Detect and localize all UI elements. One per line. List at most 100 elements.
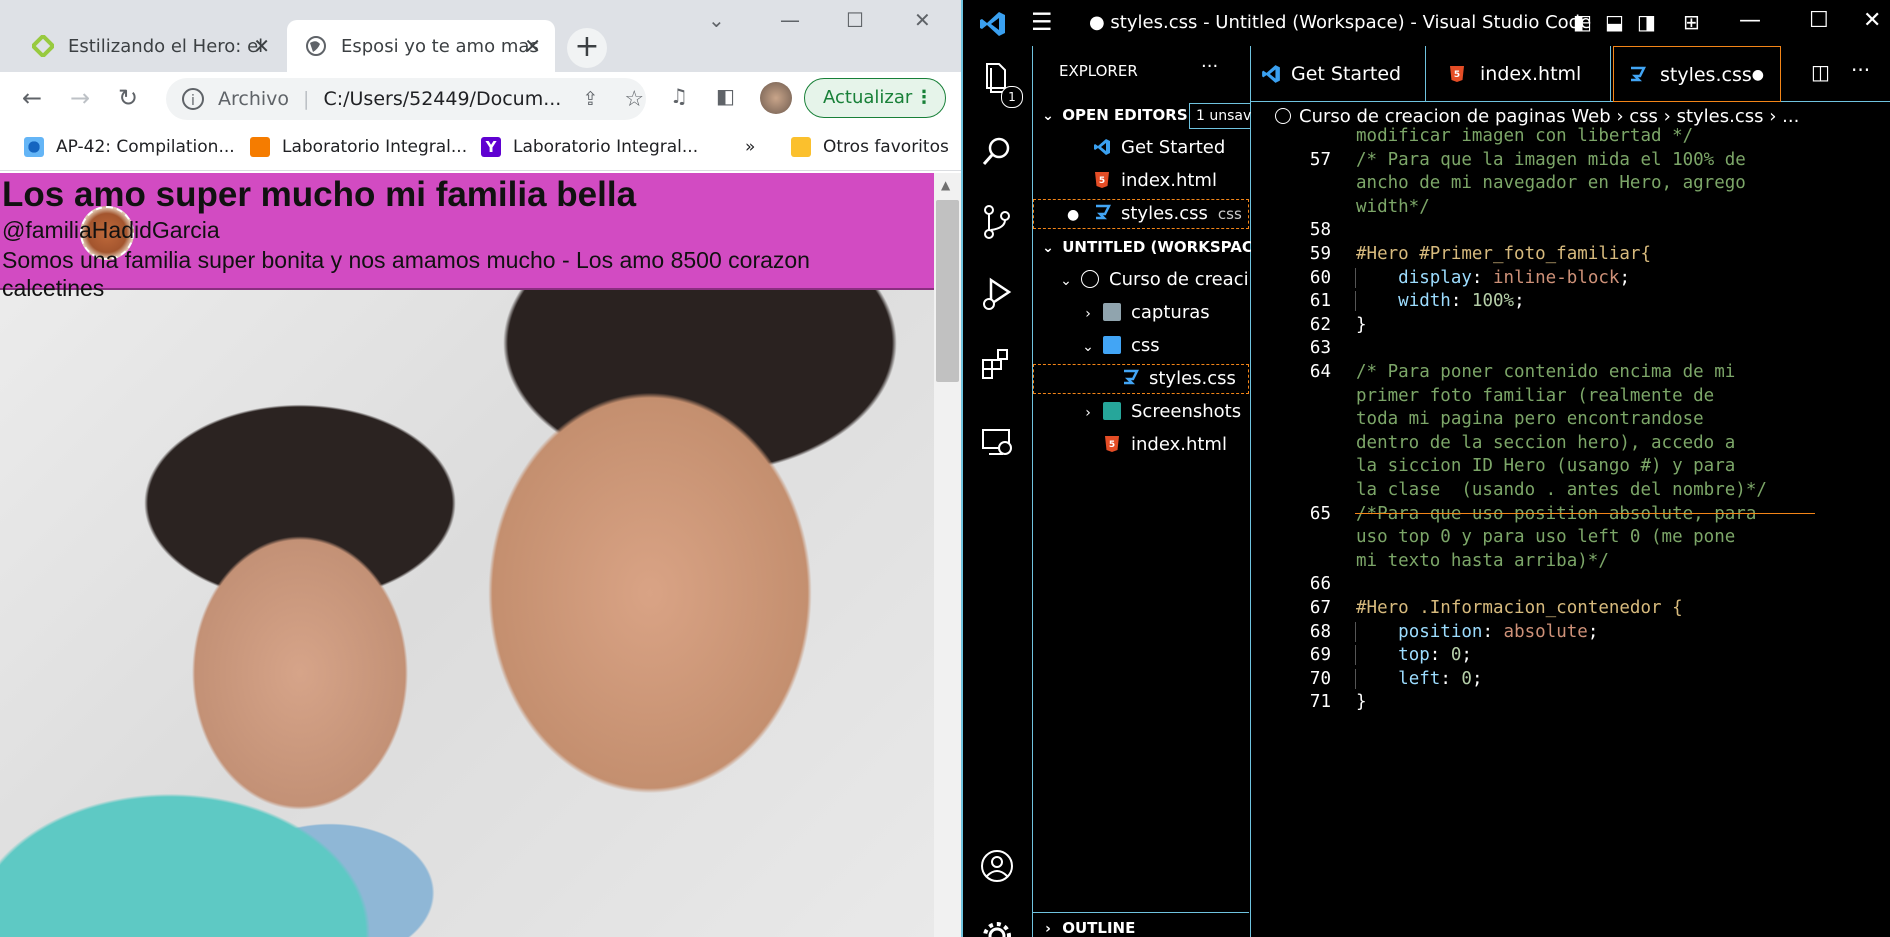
bookmark-label: AP-42: Compilation... (56, 137, 235, 157)
toggle-panel-icon[interactable]: ⬓ (1605, 10, 1624, 34)
maximize-icon[interactable]: ☐ (1809, 8, 1829, 33)
code-line[interactable]: width: 100%; (1355, 291, 1525, 312)
code-line[interactable]: la clase (usando . antes del nombre)*/ (1356, 480, 1767, 500)
close-window-icon[interactable]: ✕ (1863, 8, 1881, 33)
code-line[interactable]: display: inline-block; (1355, 267, 1630, 288)
code-line[interactable]: width*/ (1356, 197, 1430, 217)
close-tab-icon[interactable]: ✕ (524, 34, 541, 58)
tree-item-folder[interactable]: › Screenshots (1033, 397, 1249, 427)
scrollbar-thumb[interactable] (936, 200, 959, 382)
code-line[interactable]: dentro de la seccion hero), accedo a (1356, 433, 1735, 453)
tree-item-file-selected[interactable]: styles.css (1033, 364, 1249, 394)
tab-title: Esposi yo te amo mas (341, 35, 539, 57)
minimize-icon[interactable]: — (780, 8, 800, 32)
code-line[interactable]: /* Para poner contenido encima de mi (1356, 362, 1735, 382)
new-tab-button[interactable]: + (567, 28, 607, 68)
line-number: 57 (1309, 149, 1331, 170)
profile-avatar[interactable] (760, 82, 792, 114)
code-line[interactable]: toda mi pagina pero encontrandose (1356, 409, 1704, 429)
tree-item-folder[interactable]: ⌄ Curso de creacion... (1033, 265, 1249, 295)
search-icon[interactable] (979, 134, 1015, 170)
dirty-dot-icon[interactable]: ● (1067, 200, 1093, 229)
update-label: Actualizar (823, 87, 913, 108)
menu-kebab-icon[interactable]: ⋮ (915, 79, 933, 116)
toggle-sidebar-icon[interactable]: ◧ (1573, 10, 1592, 34)
code-line[interactable]: primer foto familiar (realmente de (1356, 386, 1714, 406)
url-text[interactable]: C:/Users/52449/Docum... (323, 88, 568, 110)
settings-gear-icon[interactable] (979, 918, 1015, 937)
bookmark-item[interactable]: AP-42: Compilation... (24, 137, 235, 157)
css-value: absolute (1503, 621, 1588, 642)
editor-tab-styles-css[interactable]: styles.css ● (1613, 46, 1781, 102)
dirty-dot-icon[interactable]: ● (1752, 47, 1764, 103)
reload-icon[interactable]: ↻ (118, 84, 138, 112)
code-line[interactable]: ancho de mi navegador en Hero, agrego (1356, 173, 1746, 193)
source-control-icon[interactable] (979, 204, 1015, 240)
css-value: inline-block (1493, 267, 1620, 288)
split-editor-icon[interactable]: ◫ (1811, 60, 1830, 84)
address-bar[interactable]: i Archivo | C:/Users/52449/Docum... ⇪ ☆ (166, 78, 646, 120)
code-line[interactable]: #Hero #Primer_foto_familiar{ (1356, 244, 1651, 264)
tree-item-file[interactable]: 5 index.html (1033, 430, 1249, 460)
bookmarks-overflow-icon[interactable]: » (745, 137, 755, 157)
editor-tab-index-html[interactable]: 5 index.html (1426, 46, 1611, 102)
close-window-icon[interactable]: ✕ (914, 8, 931, 32)
bookmark-item[interactable]: Laboratorio Integral... (250, 137, 467, 157)
customize-layout-icon[interactable]: ⊞ (1683, 10, 1700, 34)
open-editor-item[interactable]: 5 index.html (1033, 166, 1249, 196)
tree-item-folder[interactable]: › capturas (1033, 298, 1249, 328)
media-icon[interactable]: ♫ (670, 84, 688, 108)
back-icon[interactable]: ← (22, 84, 42, 112)
menu-icon[interactable]: ☰ (1031, 8, 1053, 36)
run-debug-icon[interactable] (979, 276, 1015, 312)
folder-icon (791, 137, 811, 157)
extensions-icon[interactable] (979, 346, 1015, 382)
code-line[interactable]: la siccion ID Hero (usango #) y para (1356, 456, 1735, 476)
open-editor-item-active[interactable]: ● styles.css css (1033, 199, 1249, 229)
minimize-icon[interactable]: — (1739, 8, 1761, 33)
code-line[interactable]: } (1356, 692, 1367, 712)
outline-section[interactable]: › OUTLINE (1033, 912, 1249, 937)
browser-tab-1[interactable]: Estilizando el Hero: el ✕ (14, 20, 284, 72)
code-line[interactable]: mi texto hasta arriba)*/ (1356, 551, 1609, 571)
tree-item-folder[interactable]: ⌄ css (1033, 331, 1249, 361)
url-scheme: Archivo (218, 88, 290, 110)
open-editors-section[interactable]: ⌄ OPEN EDITORS 1 unsaved (1033, 100, 1276, 130)
bookmark-item[interactable]: Y Laboratorio Integral... (481, 137, 698, 157)
code-line[interactable]: left: 0; (1355, 668, 1482, 689)
open-editor-item[interactable]: Get Started (1033, 133, 1249, 163)
chevron-down-icon: ⌄ (1042, 108, 1054, 124)
css-property: position (1398, 621, 1483, 642)
browser-tab-2[interactable]: Esposi yo te amo mas ✕ (287, 20, 555, 72)
svg-text:5: 5 (1454, 70, 1460, 80)
accounts-icon[interactable] (979, 848, 1015, 884)
update-button[interactable]: Actualizar ⋮ (804, 78, 946, 118)
code-editor[interactable]: modificar imagen con libertad */ 57 /* Par… (1251, 126, 1833, 937)
code-line[interactable]: /* Para que la imagen mida el 100% de (1356, 150, 1746, 170)
share-icon[interactable]: ⇪ (582, 88, 598, 110)
code-line[interactable]: #Hero .Informacion_contenedor { (1356, 598, 1683, 618)
code-line[interactable]: modificar imagen con libertad */ (1356, 126, 1693, 146)
tab-search-icon[interactable]: ⌄ (708, 8, 725, 32)
side-panel-icon[interactable]: ◧ (716, 84, 735, 108)
web-page: Los amo super mucho mi familia bella @fa… (0, 173, 934, 937)
forward-icon[interactable]: → (70, 84, 90, 112)
remote-explorer-icon[interactable] (979, 424, 1015, 460)
breadcrumb-path[interactable]: Curso de creacion de paginas Web › css ›… (1299, 106, 1799, 127)
info-icon[interactable]: i (182, 88, 204, 110)
bookmark-star-icon[interactable]: ☆ (624, 87, 644, 112)
editor-tab-get-started[interactable]: Get Started (1251, 46, 1426, 102)
toggle-secondary-sidebar-icon[interactable]: ◨ (1637, 10, 1656, 34)
explorer-more-icon[interactable]: ··· (1201, 56, 1218, 77)
code-line[interactable]: position: absolute; (1355, 621, 1598, 642)
workspace-section[interactable]: ⌄ UNTITLED (WORKSPACE) (1033, 232, 1270, 262)
code-line[interactable]: } (1356, 315, 1367, 335)
code-line[interactable]: uso top 0 y para uso left 0 (me pone (1356, 527, 1735, 547)
bookmark-folder[interactable]: Otros favoritos (791, 137, 949, 157)
code-line[interactable]: top: 0; (1355, 645, 1472, 666)
more-actions-icon[interactable]: ··· (1851, 58, 1870, 82)
vscode-logo-icon (1262, 65, 1280, 83)
close-tab-icon[interactable]: ✕ (253, 34, 270, 58)
maximize-icon[interactable]: ☐ (846, 8, 864, 32)
scroll-up-icon[interactable]: ▲ (941, 178, 950, 192)
